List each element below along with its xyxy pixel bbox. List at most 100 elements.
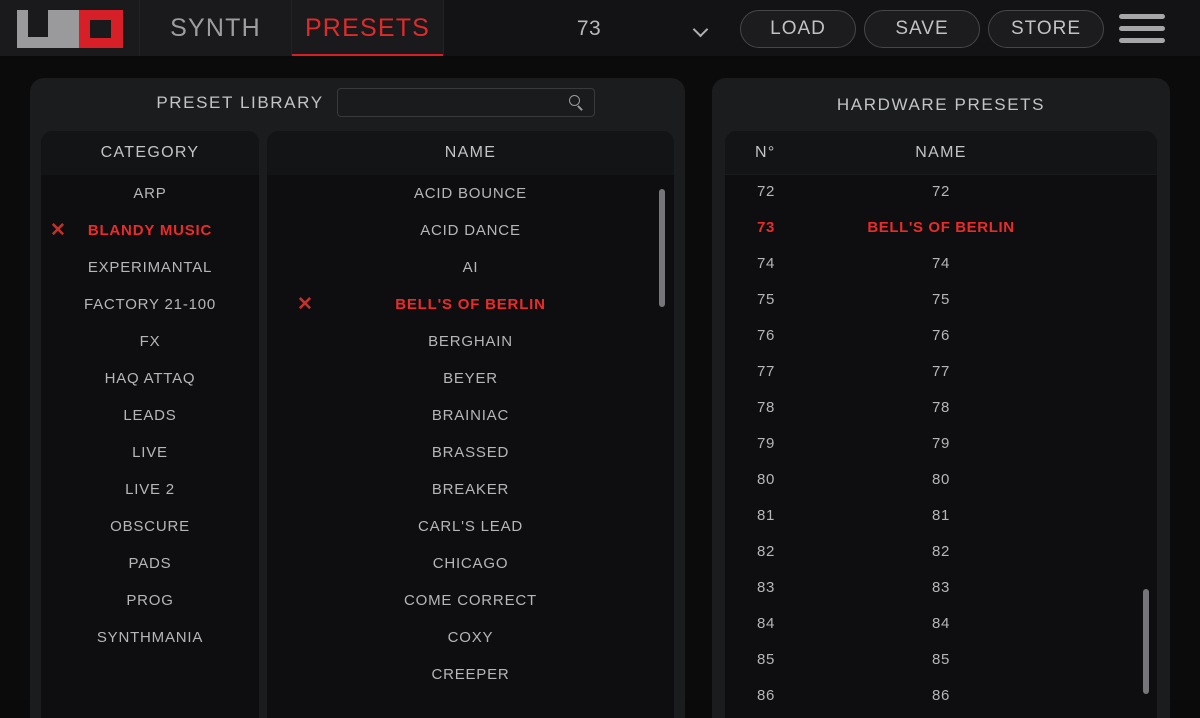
- name-list-item[interactable]: ✕ BELL'S OF BERLIN: [267, 286, 674, 323]
- category-list[interactable]: ARP ✕ BLANDY MUSIC EXPERIMANTAL FACTORY 21-1…: [41, 175, 259, 718]
- hardware-table-row[interactable]: 82 82: [725, 535, 1157, 571]
- hardware-table-row[interactable]: 86 86: [725, 679, 1157, 715]
- name-list-item-label: COXY: [447, 629, 494, 646]
- remove-icon[interactable]: ✕: [50, 221, 66, 240]
- hardware-table-row[interactable]: 81 81: [725, 499, 1157, 535]
- hardware-row-name: 80: [932, 471, 950, 488]
- hardware-list[interactable]: 72 72 73 BELL'S OF BERLIN 74 74 75 75 76 76 77 77 78…: [725, 175, 1157, 718]
- hamburger-menu-icon[interactable]: [1110, 0, 1174, 57]
- category-list-item[interactable]: PADS: [41, 545, 259, 582]
- category-list-item[interactable]: OBSCURE: [41, 508, 259, 545]
- name-list[interactable]: ACID BOUNCE ACID DANCE AI ✕ BELL'S OF BERLIN…: [267, 175, 674, 718]
- category-list-item[interactable]: SYNTHMANIA: [41, 619, 259, 656]
- hardware-table-row[interactable]: 72 72: [725, 175, 1157, 211]
- tab-presets-label: PRESETS: [304, 14, 431, 42]
- save-button[interactable]: SAVE: [864, 9, 980, 48]
- hardware-row-name: 78: [932, 399, 950, 416]
- name-list-item-label: CHICAGO: [432, 555, 509, 572]
- hardware-header-name: NAME: [915, 144, 967, 161]
- name-list-item[interactable]: ACID BOUNCE: [267, 175, 674, 212]
- category-list-item[interactable]: EXPERIMANTAL: [41, 249, 259, 286]
- hardware-table-row[interactable]: 76 76: [725, 319, 1157, 355]
- hardware-row-name: BELL'S OF BERLIN: [867, 219, 1015, 236]
- name-list-item[interactable]: BRASSED: [267, 434, 674, 471]
- category-list-item[interactable]: FACTORY 21-100: [41, 286, 259, 323]
- tab-synth[interactable]: SYNTH: [140, 0, 292, 57]
- category-list-item[interactable]: LIVE: [41, 434, 259, 471]
- hardware-presets-title: HARDWARE PRESETS: [836, 95, 1046, 114]
- name-list-item-label: COME CORRECT: [404, 592, 537, 609]
- hardware-row-name: 81: [932, 507, 950, 524]
- hardware-presets-card: N° NAME 72 72 73 BELL'S OF BERLIN 74 74 75 75 76…: [725, 131, 1157, 718]
- category-list-item-label: FX: [139, 333, 161, 350]
- category-column: CATEGORY ARP ✕ BLANDY MUSIC EXPERIMANTAL FAC…: [41, 131, 259, 718]
- search-box[interactable]: [337, 88, 595, 117]
- preset-library-panel: PRESET LIBRARY CATEGORY ARP ✕ BLANDY MUSIC…: [30, 78, 685, 718]
- category-list-item[interactable]: LEADS: [41, 397, 259, 434]
- hardware-row-name: 83: [932, 579, 950, 596]
- category-list-item[interactable]: PROG: [41, 582, 259, 619]
- category-list-item[interactable]: HAQ ATTAQ: [41, 360, 259, 397]
- hardware-table-row[interactable]: 79 79: [725, 427, 1157, 463]
- name-list-item-label: CREEPER: [431, 666, 510, 683]
- category-list-item-label: PROG: [126, 592, 174, 609]
- preset-number-selector[interactable]: 73: [444, 0, 734, 57]
- hardware-table-row[interactable]: 85 85: [725, 643, 1157, 679]
- category-list-item-label: OBSCURE: [110, 518, 190, 535]
- name-list-item[interactable]: BERGHAIN: [267, 323, 674, 360]
- name-column: NAME ACID BOUNCE ACID DANCE AI ✕ BELL'S OF B…: [267, 131, 674, 718]
- app-logo: [0, 0, 140, 57]
- load-button[interactable]: LOAD: [740, 9, 856, 48]
- name-list-item-label: ACID DANCE: [420, 222, 521, 239]
- hardware-table-row[interactable]: 77 77: [725, 355, 1157, 391]
- name-list-item-label: BEYER: [443, 370, 498, 387]
- hardware-table-row[interactable]: 75 75: [725, 283, 1157, 319]
- hardware-presets-panel: HARDWARE PRESETS N° NAME 72 72 73 BELL'S OF…: [712, 78, 1170, 718]
- hardware-row-name: 79: [932, 435, 950, 452]
- hardware-row-name: 86: [932, 687, 950, 704]
- remove-icon[interactable]: ✕: [297, 295, 313, 314]
- name-list-item-label: BERGHAIN: [428, 333, 513, 350]
- name-list-item-label: BRAINIAC: [431, 407, 510, 424]
- category-list-item[interactable]: ARP: [41, 175, 259, 212]
- search-icon[interactable]: [569, 95, 585, 111]
- uno-logo-icon: [16, 9, 123, 48]
- chevron-down-icon: [695, 24, 708, 32]
- name-list-item[interactable]: CHICAGO: [267, 545, 674, 582]
- tab-presets[interactable]: PRESETS: [292, 0, 444, 57]
- name-list-item[interactable]: BRAINIAC: [267, 397, 674, 434]
- name-list-item[interactable]: CREEPER: [267, 656, 674, 693]
- name-list-item[interactable]: ACID DANCE: [267, 212, 674, 249]
- hardware-row-name: 72: [932, 183, 950, 200]
- top-button-group: LOAD SAVE STORE: [734, 0, 1104, 57]
- name-list-item[interactable]: BREAKER: [267, 471, 674, 508]
- hardware-table-row[interactable]: 83 83: [725, 571, 1157, 607]
- category-list-item[interactable]: ✕ BLANDY MUSIC: [41, 212, 259, 249]
- category-list-item[interactable]: LIVE 2: [41, 471, 259, 508]
- name-list-item[interactable]: BEYER: [267, 360, 674, 397]
- hardware-table-header: N° NAME: [725, 131, 1157, 175]
- store-button[interactable]: STORE: [988, 9, 1104, 48]
- hardware-table-row[interactable]: 73 BELL'S OF BERLIN: [725, 211, 1157, 247]
- category-list-item[interactable]: FX: [41, 323, 259, 360]
- name-list-item[interactable]: CARL'S LEAD: [267, 508, 674, 545]
- name-column-header: NAME: [267, 131, 674, 175]
- hardware-table-row[interactable]: 78 78: [725, 391, 1157, 427]
- hardware-row-name: 85: [932, 651, 950, 668]
- category-list-item-label: EXPERIMANTAL: [87, 259, 213, 276]
- hardware-table-row[interactable]: 74 74: [725, 247, 1157, 283]
- main-stage: PRESET LIBRARY CATEGORY ARP ✕ BLANDY MUSIC…: [0, 58, 1200, 718]
- name-list-item[interactable]: AI: [267, 249, 674, 286]
- name-list-item-label: ACID BOUNCE: [414, 185, 527, 202]
- hardware-table-row[interactable]: 80 80: [725, 463, 1157, 499]
- name-list-item-label: BREAKER: [431, 481, 510, 498]
- category-list-item-label: HAQ ATTAQ: [104, 370, 196, 387]
- name-list-item[interactable]: COME CORRECT: [267, 582, 674, 619]
- tab-synth-label: SYNTH: [170, 14, 261, 42]
- top-bar: SYNTH PRESETS 73 LOAD SAVE STORE: [0, 0, 1200, 57]
- search-input[interactable]: [346, 89, 558, 116]
- name-list-item[interactable]: COXY: [267, 619, 674, 656]
- hardware-table-row[interactable]: 84 84: [725, 607, 1157, 643]
- hardware-row-name: 77: [932, 363, 950, 380]
- category-list-item-label: LEADS: [123, 407, 177, 424]
